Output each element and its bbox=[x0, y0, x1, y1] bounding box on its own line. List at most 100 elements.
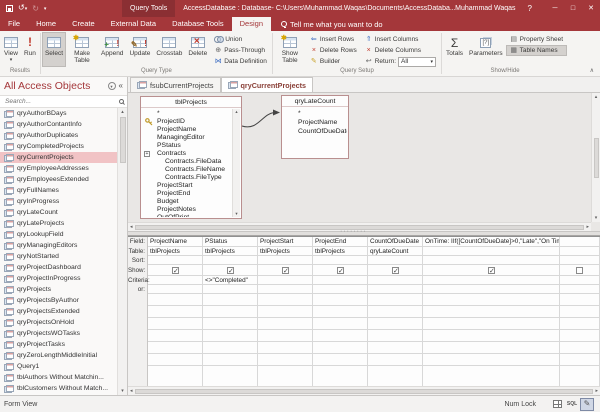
nav-scrollbar[interactable]: ▴ ▾ bbox=[117, 108, 127, 395]
ribbon-tab[interactable]: Create bbox=[64, 17, 103, 31]
table-field[interactable]: + Contracts.FileType bbox=[142, 174, 232, 182]
nav-item[interactable]: qryEmployeesExtended bbox=[0, 174, 117, 185]
grid-empty-cell[interactable] bbox=[368, 318, 422, 330]
grid-empty-cell[interactable] bbox=[313, 330, 367, 342]
grid-empty-cell[interactable] bbox=[423, 354, 559, 366]
grid-empty-cell[interactable] bbox=[368, 306, 422, 318]
data-definition-button[interactable]: ⋈Data Definition bbox=[210, 56, 271, 67]
query-table-pane[interactable]: tblProjects + * bbox=[128, 93, 600, 222]
grid-criteria-cell[interactable] bbox=[258, 276, 312, 285]
table-field[interactable]: + Contracts.FileName bbox=[142, 166, 232, 174]
grid-empty-cell[interactable] bbox=[560, 318, 599, 330]
grid-empty-cell[interactable] bbox=[148, 354, 202, 366]
nav-pane-title[interactable]: All Access Objects bbox=[4, 80, 105, 92]
ribbon-tab[interactable]: Database Tools bbox=[164, 17, 232, 31]
grid-empty-cell[interactable] bbox=[258, 354, 312, 366]
scroll-up-icon[interactable]: ▴ bbox=[595, 93, 598, 101]
nav-item[interactable]: qryProjectsByAuthor bbox=[0, 295, 117, 306]
show-checkbox[interactable] bbox=[488, 267, 495, 274]
show-checkbox[interactable] bbox=[392, 267, 399, 274]
grid-empty-cell[interactable] bbox=[313, 306, 367, 318]
grid-show-cell[interactable] bbox=[203, 265, 257, 276]
grid-table-cell[interactable]: tblProjects bbox=[313, 247, 367, 256]
totals-button[interactable]: Σ Totals bbox=[443, 32, 466, 67]
table-field[interactable]: * bbox=[283, 109, 347, 118]
insert-columns-button[interactable]: ⇑Insert Columns bbox=[361, 34, 440, 45]
grid-empty-cell[interactable] bbox=[423, 342, 559, 354]
show-checkbox[interactable] bbox=[337, 267, 344, 274]
shutter-bar-close-icon[interactable]: « bbox=[119, 82, 123, 90]
grid-field-cell[interactable]: ProjectStart bbox=[258, 237, 312, 247]
field-list-scrollbar[interactable]: ▴ ▾ bbox=[232, 109, 240, 217]
document-tab[interactable]: qryCurrentProjects bbox=[221, 77, 314, 92]
grid-or-cell[interactable] bbox=[313, 285, 367, 294]
tell-me-box[interactable]: Tell me what you want to do bbox=[281, 17, 383, 31]
nav-item[interactable]: qryFullNames bbox=[0, 185, 117, 196]
grid-show-cell[interactable] bbox=[258, 265, 312, 276]
grid-table-cell[interactable]: tblProjects bbox=[148, 247, 202, 256]
grid-empty-cell[interactable] bbox=[258, 306, 312, 318]
select-query-button[interactable]: Select bbox=[42, 32, 66, 67]
scroll-down-icon[interactable]: ▾ bbox=[235, 211, 237, 217]
grid-empty-cell[interactable] bbox=[258, 342, 312, 354]
grid-empty-cell[interactable] bbox=[148, 342, 202, 354]
delete-rows-button[interactable]: ×Delete Rows bbox=[306, 45, 361, 56]
table-field[interactable]: + Contracts bbox=[142, 150, 232, 158]
nav-item[interactable]: qryProjectsOnHold bbox=[0, 317, 117, 328]
grid-field-cell[interactable]: CountOfDueDate bbox=[368, 237, 422, 247]
table-field[interactable]: + * bbox=[142, 110, 232, 118]
scroll-up-icon[interactable]: ▴ bbox=[235, 109, 237, 115]
grid-criteria-cell[interactable] bbox=[560, 276, 599, 285]
grid-sort-cell[interactable] bbox=[313, 256, 367, 265]
scrollbar-thumb[interactable] bbox=[120, 117, 126, 163]
ribbon-tab[interactable]: External Data bbox=[103, 17, 164, 31]
grid-sort-cell[interactable] bbox=[258, 256, 312, 265]
grid-table-cell[interactable]: qryLateCount bbox=[368, 247, 422, 256]
sql-view-icon[interactable]: SQL bbox=[565, 398, 579, 411]
nav-item[interactable]: qryCompletedProjects bbox=[0, 141, 117, 152]
grid-empty-cell[interactable] bbox=[423, 294, 559, 306]
grid-sort-cell[interactable] bbox=[368, 256, 422, 265]
scrollbar-thumb[interactable] bbox=[135, 389, 594, 394]
grid-show-cell[interactable] bbox=[313, 265, 367, 276]
design-view-icon[interactable]: ✎ bbox=[580, 398, 594, 411]
scroll-down-icon[interactable]: ▾ bbox=[595, 214, 598, 222]
table-field[interactable]: CountOfDueDate bbox=[283, 127, 347, 136]
nav-item[interactable]: qryProjectsWOTasks bbox=[0, 328, 117, 339]
union-button[interactable]: Union bbox=[210, 34, 271, 45]
grid-empty-cell[interactable] bbox=[203, 342, 257, 354]
grid-criteria-cell[interactable] bbox=[423, 276, 559, 285]
grid-table-cell[interactable]: tblProjects bbox=[258, 247, 312, 256]
return-select[interactable]: All▾ bbox=[398, 57, 436, 67]
table-field[interactable]: + PStatus bbox=[142, 142, 232, 150]
grid-table-cell[interactable] bbox=[560, 247, 599, 256]
grid-empty-cell[interactable] bbox=[203, 306, 257, 318]
document-tab[interactable]: fsubCurrentProjects bbox=[130, 77, 221, 92]
pane-splitter[interactable] bbox=[128, 231, 600, 236]
show-checkbox[interactable] bbox=[576, 267, 583, 274]
grid-or-cell[interactable] bbox=[368, 285, 422, 294]
grid-or-cell[interactable] bbox=[258, 285, 312, 294]
nav-item[interactable]: qryProjects bbox=[0, 284, 117, 295]
context-tab-query-tools[interactable]: Query Tools bbox=[122, 0, 175, 17]
table-field[interactable]: + ProjectStart bbox=[142, 182, 232, 190]
grid-empty-cell[interactable] bbox=[423, 318, 559, 330]
nav-item[interactable]: qryAuthorDuplicates bbox=[0, 130, 117, 141]
ribbon-tab[interactable]: Home bbox=[28, 17, 64, 31]
table-field[interactable]: + ProjectNotes bbox=[142, 206, 232, 214]
scroll-down-icon[interactable]: ▾ bbox=[121, 387, 124, 395]
table-pane-vscrollbar[interactable]: ▴ ▾ bbox=[591, 93, 600, 222]
make-table-button[interactable]: ✱ Make Table bbox=[66, 32, 98, 67]
nav-item[interactable]: qryNotStarted bbox=[0, 251, 117, 262]
grid-hscrollbar[interactable]: ◂ ▸ bbox=[128, 386, 600, 395]
redo-icon[interactable]: ↻ bbox=[32, 5, 39, 13]
table-field[interactable]: + ProjectName bbox=[142, 126, 232, 134]
grid-field-cell[interactable]: ProjectName bbox=[148, 237, 202, 247]
grid-empty-cell[interactable] bbox=[148, 306, 202, 318]
maximize-icon[interactable]: □ bbox=[564, 0, 582, 17]
grid-criteria-cell[interactable]: <>"Completed" bbox=[203, 276, 257, 285]
grid-empty-cell[interactable] bbox=[560, 342, 599, 354]
grid-empty-cell[interactable] bbox=[313, 342, 367, 354]
show-table-button[interactable]: ✱ Show Table bbox=[274, 32, 306, 67]
help-icon[interactable]: ? bbox=[528, 4, 532, 13]
